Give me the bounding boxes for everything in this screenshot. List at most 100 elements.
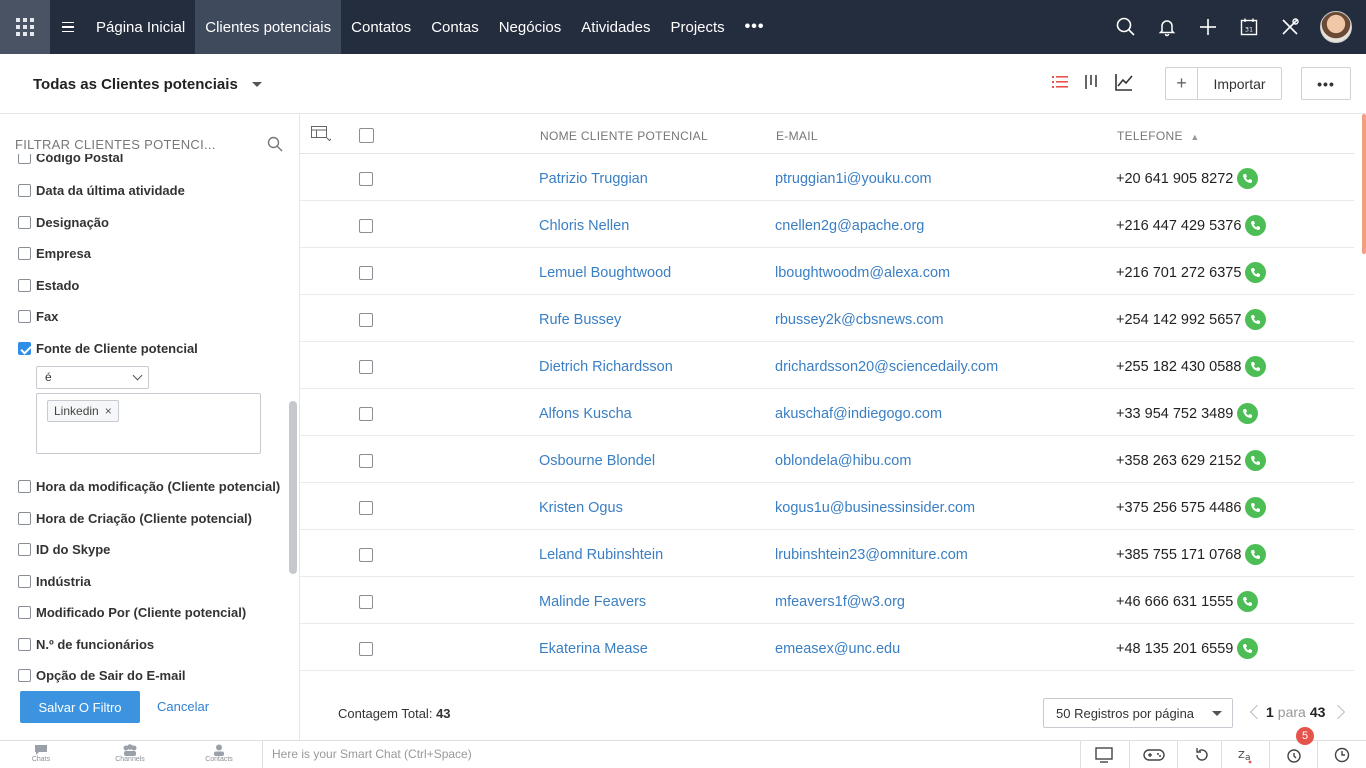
lead-email-link[interactable]: akuschaf@indiegogo.com bbox=[775, 406, 942, 422]
table-row[interactable]: Rufe Bussey rbussey2k@cbsnews.com +254 142… bbox=[300, 295, 1354, 342]
chats-button[interactable]: Chats bbox=[21, 744, 61, 763]
tab-projects[interactable]: Projects bbox=[660, 0, 734, 54]
lead-email-link[interactable]: rbussey2k@cbsnews.com bbox=[775, 312, 944, 328]
phone-icon[interactable] bbox=[1237, 168, 1259, 189]
lead-email-link[interactable]: kogus1u@businessinsider.com bbox=[775, 500, 975, 516]
chart-view-icon[interactable] bbox=[1114, 70, 1134, 94]
table-row[interactable]: Leland Rubinshtein lrubinshtein23@omnitur… bbox=[300, 530, 1354, 577]
tab-negocios[interactable]: Negócios bbox=[489, 0, 572, 54]
checkbox[interactable] bbox=[18, 184, 31, 197]
refresh-icon[interactable] bbox=[1177, 741, 1225, 768]
chevron-right-icon[interactable] bbox=[1331, 704, 1346, 720]
filter-item[interactable]: Fax bbox=[18, 309, 58, 324]
sidebar-scrollbar[interactable] bbox=[289, 401, 297, 574]
lead-email-link[interactable]: cnellen2g@apache.org bbox=[775, 218, 924, 234]
checkbox[interactable] bbox=[18, 480, 31, 493]
column-header-name[interactable]: NOME CLIENTE POTENCIAL bbox=[540, 129, 708, 143]
phone-icon[interactable] bbox=[1237, 638, 1259, 659]
checkbox[interactable] bbox=[18, 638, 31, 651]
lead-name-link[interactable]: Patrizio Truggian bbox=[539, 171, 648, 187]
value-tag-input[interactable]: Linkedin × bbox=[36, 393, 261, 454]
row-checkbox[interactable] bbox=[359, 501, 373, 515]
select-all-checkbox[interactable] bbox=[359, 128, 374, 143]
row-checkbox[interactable] bbox=[359, 595, 373, 609]
filter-item[interactable]: N.º de funcionários bbox=[18, 637, 154, 652]
operator-select[interactable]: é bbox=[36, 366, 149, 389]
filter-item[interactable]: Designação bbox=[18, 215, 109, 230]
filter-item[interactable]: Opção de Sair do E-mail bbox=[18, 668, 186, 683]
lead-email-link[interactable]: lrubinshtein23@omniture.com bbox=[775, 547, 968, 563]
lead-name-link[interactable]: Chloris Nellen bbox=[539, 218, 629, 234]
tab-pagina-inicial[interactable]: Página Inicial bbox=[86, 0, 195, 54]
table-row[interactable]: Chloris Nellen cnellen2g@apache.org +216 4… bbox=[300, 201, 1354, 248]
channels-button[interactable]: Channels bbox=[110, 744, 150, 763]
lead-email-link[interactable]: emeasex@unc.edu bbox=[775, 641, 900, 657]
view-selector[interactable]: Todas as Clientes potenciais bbox=[33, 76, 262, 93]
filter-item[interactable]: Hora da modificação (Cliente potencial) bbox=[18, 479, 280, 494]
lead-name-link[interactable]: Leland Rubinshtein bbox=[539, 547, 663, 563]
phone-icon[interactable] bbox=[1245, 450, 1267, 471]
apps-grid-icon[interactable] bbox=[0, 0, 50, 54]
filter-item[interactable]: Data da última atividade bbox=[18, 183, 185, 198]
row-checkbox[interactable] bbox=[359, 266, 373, 280]
checkbox[interactable] bbox=[18, 575, 31, 588]
gamepad-icon[interactable] bbox=[1129, 741, 1177, 768]
phone-icon[interactable] bbox=[1245, 544, 1267, 565]
table-row[interactable]: Alfons Kuscha akuschaf@indiegogo.com +33 9… bbox=[300, 389, 1354, 436]
history-icon[interactable] bbox=[1317, 741, 1365, 768]
tab-contatos[interactable]: Contatos bbox=[341, 0, 421, 54]
checkbox[interactable] bbox=[18, 247, 31, 260]
lead-email-link[interactable]: mfeavers1f@w3.org bbox=[775, 594, 905, 610]
lead-email-link[interactable]: ptruggian1i@youku.com bbox=[775, 171, 932, 187]
lead-name-link[interactable]: Lemuel Boughtwood bbox=[539, 265, 671, 281]
checkbox-checked[interactable] bbox=[18, 342, 31, 355]
tab-contas[interactable]: Contas bbox=[421, 0, 489, 54]
filter-item[interactable]: ID do Skype bbox=[18, 542, 110, 557]
phone-icon[interactable] bbox=[1245, 309, 1267, 330]
table-row[interactable]: Ekaterina Mease emeasex@unc.edu +48 135 20… bbox=[300, 624, 1354, 671]
more-tabs-button[interactable]: ••• bbox=[735, 0, 775, 54]
phone-icon[interactable] bbox=[1245, 497, 1267, 518]
table-scrollbar[interactable] bbox=[1362, 114, 1366, 254]
table-row[interactable]: Kristen Ogus kogus1u@businessinsider.com +… bbox=[300, 483, 1354, 530]
tab-clientes-potenciais[interactable]: Clientes potenciais bbox=[195, 0, 342, 54]
lead-email-link[interactable]: lboughtwoodm@alexa.com bbox=[775, 265, 950, 281]
table-row[interactable]: Lemuel Boughtwood lboughtwoodm@alexa.com +… bbox=[300, 248, 1354, 295]
contacts-button[interactable]: Contacts bbox=[199, 744, 239, 763]
screen-share-icon[interactable] bbox=[1080, 741, 1128, 768]
filter-item[interactable]: Empresa bbox=[18, 246, 91, 261]
import-button[interactable]: Importar bbox=[1198, 68, 1281, 99]
alarm-clock-icon[interactable] bbox=[1269, 741, 1317, 768]
table-row[interactable]: Malinde Feavers mfeavers1f@w3.org +46 666 … bbox=[300, 577, 1354, 624]
table-row[interactable]: Osbourne Blondel oblondela@hibu.com +358 2… bbox=[300, 436, 1354, 483]
lead-name-link[interactable]: Malinde Feavers bbox=[539, 594, 646, 610]
search-icon[interactable] bbox=[1105, 0, 1146, 54]
lead-name-link[interactable]: Osbourne Blondel bbox=[539, 453, 655, 469]
row-checkbox[interactable] bbox=[359, 642, 373, 656]
table-row[interactable]: Dietrich Richardsson drichardsson20@scien… bbox=[300, 342, 1354, 389]
chevron-left-icon[interactable] bbox=[1249, 704, 1265, 720]
bell-icon[interactable] bbox=[1146, 0, 1187, 54]
row-checkbox[interactable] bbox=[359, 313, 373, 327]
lead-email-link[interactable]: drichardsson20@sciencedaily.com bbox=[775, 359, 998, 375]
menu-icon[interactable] bbox=[50, 0, 86, 54]
phone-icon[interactable] bbox=[1237, 403, 1259, 424]
avatar[interactable] bbox=[1320, 11, 1352, 43]
row-checkbox[interactable] bbox=[359, 172, 373, 186]
filter-item[interactable]: Modificado Por (Cliente potencial) bbox=[18, 605, 246, 620]
phone-icon[interactable] bbox=[1237, 591, 1259, 612]
checkbox[interactable] bbox=[18, 669, 31, 682]
column-header-email[interactable]: E-MAIL bbox=[776, 129, 818, 143]
phone-icon[interactable] bbox=[1245, 356, 1267, 377]
row-checkbox[interactable] bbox=[359, 454, 373, 468]
row-checkbox[interactable] bbox=[359, 360, 373, 374]
filter-item[interactable]: Indústria bbox=[18, 574, 91, 589]
checkbox[interactable] bbox=[18, 543, 31, 556]
records-per-page-select[interactable]: 50 Registros por página bbox=[1043, 698, 1233, 728]
row-checkbox[interactable] bbox=[359, 548, 373, 562]
filter-search[interactable]: FILTRAR CLIENTES POTENCI... bbox=[15, 134, 283, 154]
tab-atividades[interactable]: Atividades bbox=[571, 0, 660, 54]
phone-icon[interactable] bbox=[1245, 262, 1267, 283]
more-actions-button[interactable]: ••• bbox=[1301, 67, 1351, 100]
create-lead-button[interactable]: + bbox=[1166, 68, 1198, 99]
